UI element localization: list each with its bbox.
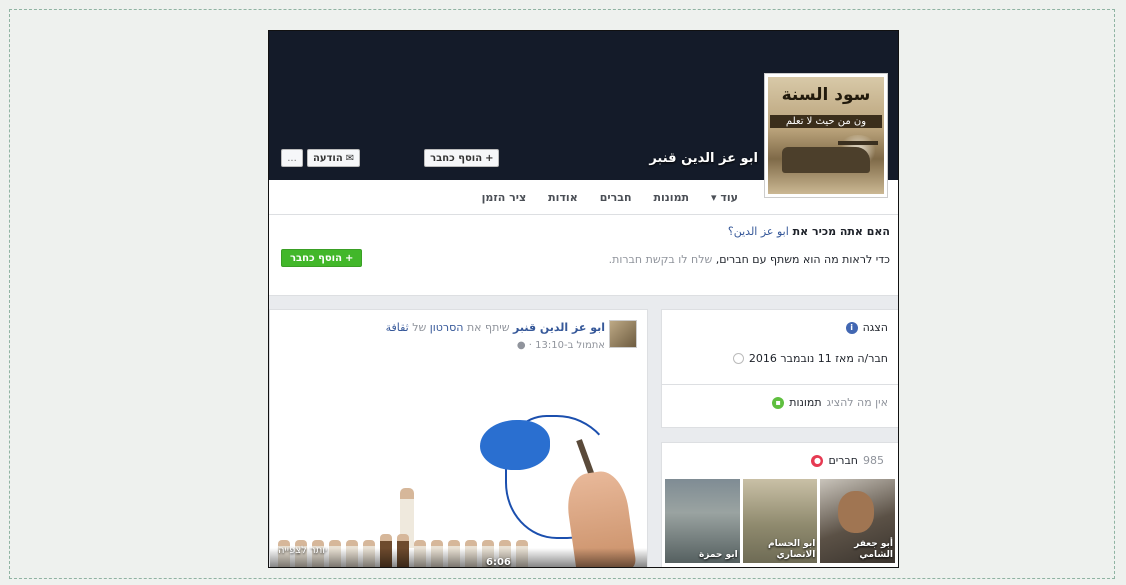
tab-photos[interactable]: תמונות xyxy=(654,191,690,204)
video-caption: יותר לצפייה xyxy=(278,545,328,556)
know-description: כדי לראות מה הוא משתף עם חברים, שלח לו ב… xyxy=(609,253,890,266)
cover-action-buttons: ... ✉ הודעה + הוסף כחבר xyxy=(281,149,500,167)
add-friend-button-label: הוסף כחבר xyxy=(430,152,483,164)
friend-tile[interactable]: أبو جعفر الشامي xyxy=(820,479,895,563)
more-button[interactable]: ... xyxy=(281,149,303,167)
message-button[interactable]: ✉ הודעה xyxy=(307,149,361,167)
clock-icon xyxy=(732,353,744,364)
post-action-text: שיתף את xyxy=(463,321,514,334)
chevron-down-icon: ▾ xyxy=(711,190,717,204)
tab-timeline[interactable]: ציר הזמן xyxy=(482,191,527,204)
message-icon: ✉ xyxy=(345,152,355,164)
know-question-prefix: האם אתה מכיר את xyxy=(792,225,890,238)
member-since: חבר/ה מאז 11 נובמבר 2016 xyxy=(732,352,888,365)
photos-title[interactable]: תמונות xyxy=(789,396,821,409)
banner-add-friend-button[interactable]: + הוסף כחבר xyxy=(281,249,363,267)
post-timestamp[interactable]: אתמול ב-13:10 · ● xyxy=(517,340,605,351)
friend-tile[interactable]: ابو الحسام الانصاري xyxy=(742,479,818,563)
know-question-name[interactable]: ابو عز الدين؟ xyxy=(728,225,789,238)
friends-title[interactable]: חברים xyxy=(828,454,858,467)
friends-grid: أبو جعفر الشامي ابو الحسام الانصاري ابو … xyxy=(664,479,895,563)
profile-name[interactable]: ابو عز الدين قنبر xyxy=(649,151,758,166)
add-friend-icon: + xyxy=(344,252,354,264)
friends-card-header: ● חברים 985 xyxy=(811,454,888,467)
post-header: ابو عز الدين قنبر שיתף את הסרטון של ثقاف… xyxy=(386,321,605,334)
banner-add-friend-label: הוסף כחבר xyxy=(290,252,342,264)
do-you-know-banner: האם אתה מכיר את ابو عز الدين؟ כדי לראות … xyxy=(269,215,898,296)
know-question: האם אתה מכיר את ابو عز الدين؟ xyxy=(728,225,890,238)
intro-card-header: i הצגה xyxy=(845,321,888,334)
globe-icon: i xyxy=(845,321,858,334)
video-duration: 6:06 xyxy=(486,557,511,568)
message-button-label: הודעה xyxy=(313,152,343,164)
post-of-text: של xyxy=(408,321,430,334)
photos-card-header: ▪ תמונות אין מה להציג xyxy=(772,396,888,409)
friend-name[interactable]: ابو حمزة xyxy=(667,550,738,561)
photo-icon: ▪ xyxy=(772,396,785,409)
know-description-rest: שלח לו בקשת חברות. xyxy=(608,253,716,266)
photos-card: ▪ תמונות אין מה להציג xyxy=(661,384,898,428)
tab-friends[interactable]: חברים xyxy=(600,191,632,204)
add-friend-button[interactable]: + הוסף כחבר xyxy=(424,149,500,167)
tank-shape xyxy=(782,141,878,173)
friends-card: ● חברים 985 أبو جعفر الشامي ابو الحسام ا… xyxy=(661,442,898,567)
blue-figure xyxy=(480,420,550,470)
friend-name[interactable]: أبو جعفر الشامي xyxy=(822,539,893,561)
post-video-link[interactable]: הסרטון xyxy=(430,321,464,334)
profile-picture-title: سود السنة xyxy=(781,85,871,105)
add-friend-icon: + xyxy=(485,152,494,164)
tab-more-label: עוד xyxy=(720,190,738,204)
profile-picture-image: سود السنة ون من حيث لا تعلم xyxy=(768,77,884,194)
friends-count: 985 xyxy=(863,454,884,467)
profile-picture[interactable]: سود السنة ون من حيث لا تعلم xyxy=(764,73,888,198)
timeline-post: ابو عز الدين قنبر שיתף את הסרטון של ثقاف… xyxy=(269,309,648,568)
tab-about[interactable]: אודות xyxy=(548,191,578,204)
friend-photo xyxy=(838,491,875,533)
member-since-text: חבר/ה מאז 11 נובמבר 2016 xyxy=(748,352,888,365)
tab-more[interactable]: עוד ▾ xyxy=(711,191,738,204)
post-source-link[interactable]: ثقافة xyxy=(386,321,409,334)
video-player[interactable]: יותר לצפייה 6:06 xyxy=(270,360,647,568)
post-time-text: אתמול ב-13:10 xyxy=(535,340,605,351)
friend-name[interactable]: ابو الحسام الانصاري xyxy=(745,539,815,561)
post-author-name[interactable]: ابو عز الدين قنبر xyxy=(513,321,605,334)
friend-tile[interactable]: ابو حمزة xyxy=(664,479,740,563)
know-description-main: כדי לראות מה הוא משתף עם חברים, xyxy=(715,253,890,266)
profile-picture-subtitle: ون من حيث لا تعلم xyxy=(770,115,882,128)
post-author-avatar[interactable] xyxy=(609,320,637,348)
public-icon: ● xyxy=(516,340,526,351)
friends-icon: ● xyxy=(811,454,824,467)
photos-empty-text: אין מה להציג xyxy=(826,396,888,409)
facebook-profile-screenshot: ... ✉ הודעה + הוסף כחבר ابو عز الدين قنب… xyxy=(268,30,899,568)
intro-title: הצגה xyxy=(862,321,888,334)
